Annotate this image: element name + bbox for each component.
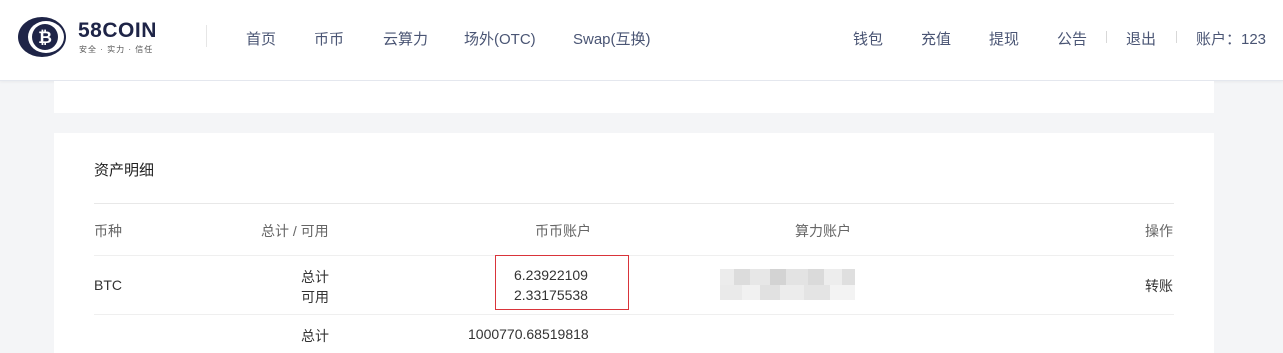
- col-total-available: 总计 / 可用: [261, 223, 329, 239]
- nav-logout[interactable]: 退出: [1126, 28, 1156, 49]
- nav-deposit[interactable]: 充值: [921, 28, 951, 49]
- table-header-divider: [94, 203, 1174, 204]
- brand-slogan: 安全 · 实力 · 信任: [79, 45, 154, 54]
- nav-divider: [1176, 31, 1177, 43]
- transfer-button[interactable]: 转账: [1145, 276, 1173, 296]
- nav-otc[interactable]: 场外(OTC): [464, 28, 536, 49]
- nav-wallet[interactable]: 钱包: [853, 28, 883, 49]
- row-divider: [94, 314, 1174, 315]
- col-spot-account: 币币账户: [535, 223, 591, 239]
- nav-cloud-hash[interactable]: 云算力: [383, 28, 428, 49]
- header-divider: [206, 25, 207, 47]
- col-action: 操作: [1145, 223, 1173, 239]
- spot-total-value: 6.23922109: [514, 267, 588, 283]
- asset-details-panel: 资产明细 币种 总计 / 可用 币币账户 算力账户 操作 BTC 总计 可用 6…: [54, 133, 1214, 353]
- nav-swap[interactable]: Swap(互换): [573, 28, 651, 49]
- spot-available-value: 2.33175538: [514, 287, 588, 303]
- total-label: 总计: [301, 328, 329, 344]
- coin-name: BTC: [94, 277, 122, 293]
- hash-account-redacted: [720, 269, 855, 300]
- nav-withdraw[interactable]: 提现: [989, 28, 1019, 49]
- section-title: 资产明细: [94, 162, 155, 179]
- bitcoin-coin-icon: ₿: [18, 17, 66, 57]
- upper-panel: [54, 81, 1214, 113]
- nav-notice[interactable]: 公告: [1057, 28, 1087, 49]
- svg-text:₿: ₿: [38, 28, 52, 47]
- col-hash-account: 算力账户: [795, 223, 851, 239]
- spot-total-value: 1000770.68519818: [468, 326, 589, 342]
- total-label: 总计: [301, 269, 329, 285]
- nav-spot[interactable]: 币币: [314, 28, 344, 49]
- nav-home[interactable]: 首页: [246, 28, 276, 49]
- row-divider: [94, 255, 1174, 256]
- available-label: 可用: [301, 289, 329, 305]
- nav-account[interactable]: 账户：123: [1196, 28, 1266, 49]
- brand-name: 58COIN: [78, 19, 157, 42]
- brand-logo[interactable]: ₿ 58COIN 安全 · 实力 · 信任: [18, 15, 173, 59]
- top-header: ₿ 58COIN 安全 · 实力 · 信任 首页 币币 云算力 场外(OTC) …: [0, 0, 1283, 81]
- col-coin: 币种: [94, 223, 122, 239]
- nav-divider: [1106, 31, 1107, 43]
